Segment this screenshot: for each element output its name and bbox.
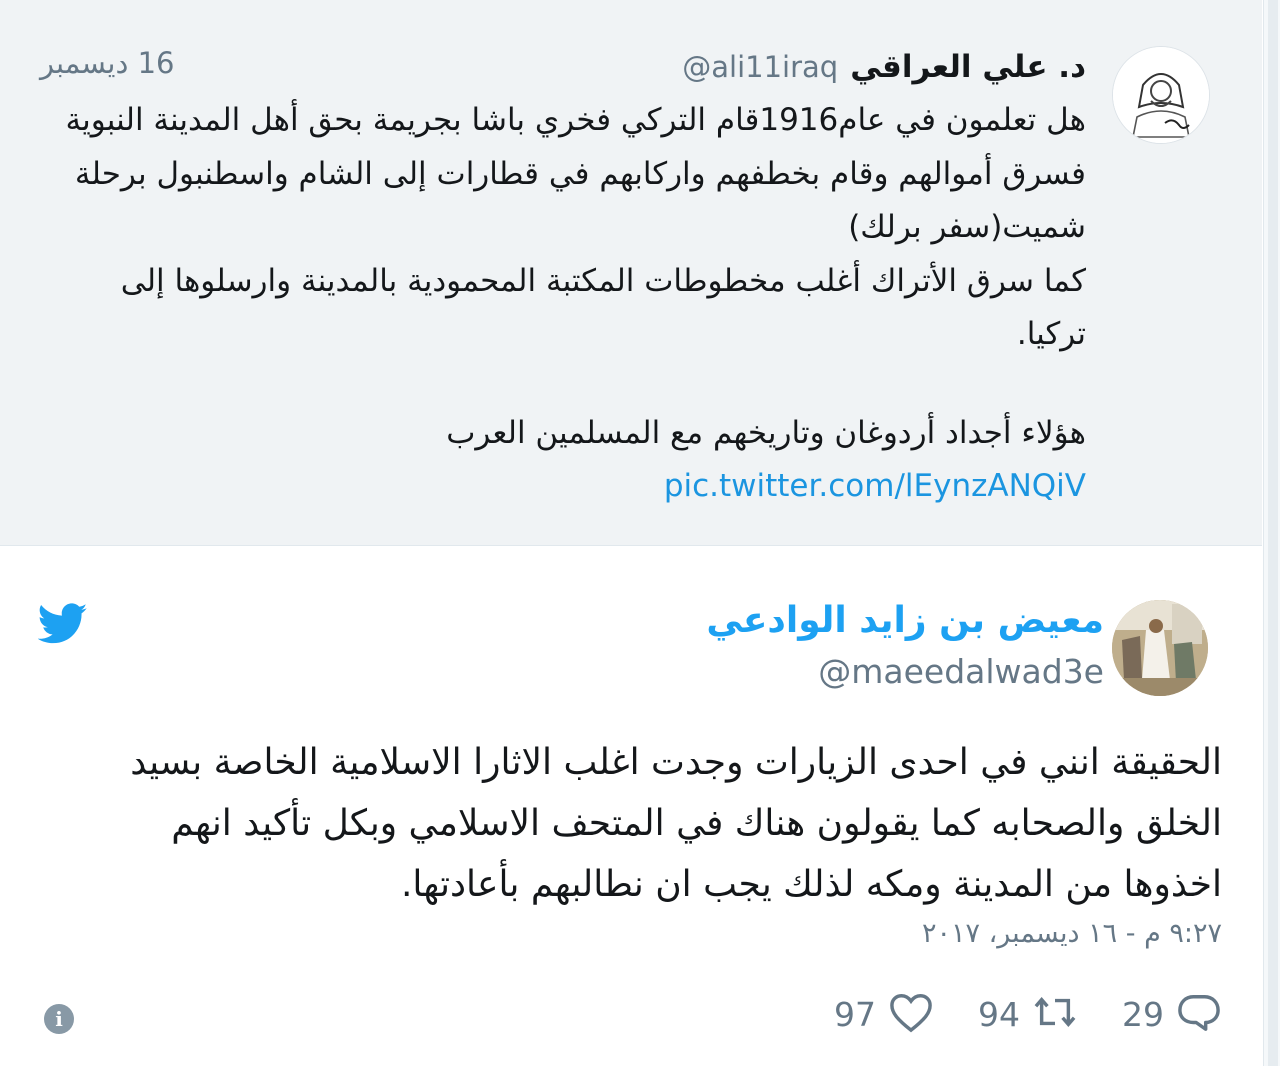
quoted-text-line: هل تعلمون في عام1916قام التركي فخري باشا… bbox=[65, 102, 1086, 138]
author-name[interactable]: معيض بن زايد الوادعي bbox=[706, 600, 1104, 641]
tweet-text-line: الخلق والصحابه كما يقولون هناك في المتحف… bbox=[171, 803, 1222, 844]
quoted-header: د. علي العراقي @ali11iraq bbox=[682, 44, 1086, 90]
quoted-text-line: كما سرق الأتراك أغلب مخطوطات المكتبة الم… bbox=[120, 262, 1086, 299]
tweet-timestamp[interactable]: ٩:٢٧ م - ١٦ ديسمبر، ٢٠١٧ bbox=[922, 918, 1222, 949]
quoted-author-handle[interactable]: @ali11iraq bbox=[682, 50, 838, 84]
quoted-tweet[interactable]: د. علي العراقي @ali11iraq 16 ديسمبر هل ت… bbox=[0, 0, 1262, 546]
quoted-text-line: فسرق أموالهم وقام بخطفهم واركابهم في قطا… bbox=[74, 155, 1086, 192]
retweet-button[interactable]: 94 bbox=[978, 991, 1078, 1037]
tweet-text: الحقيقة انني في احدى الزيارات وجدت اغلب … bbox=[62, 732, 1222, 915]
reply-count: 29 bbox=[1122, 994, 1164, 1034]
author-handle[interactable]: @maeedalwad3e bbox=[818, 652, 1104, 691]
quoted-text-line: هؤلاء أجداد أردوغان وتاريخهم مع المسلمين… bbox=[446, 414, 1086, 451]
quoted-text-line: تركيا. bbox=[1016, 316, 1086, 352]
scrollbar-thumb[interactable] bbox=[1268, 0, 1278, 1066]
info-icon[interactable]: i bbox=[44, 1004, 74, 1034]
reply-icon bbox=[1176, 991, 1222, 1037]
quoted-date[interactable]: 16 ديسمبر bbox=[40, 46, 175, 80]
quoted-avatar[interactable] bbox=[1112, 46, 1210, 144]
author-avatar[interactable] bbox=[1112, 600, 1208, 696]
like-button[interactable]: 97 bbox=[834, 991, 934, 1037]
tweet-text-line: الحقيقة انني في احدى الزيارات وجدت اغلب … bbox=[130, 742, 1222, 783]
quoted-media-link[interactable]: pic.twitter.com/lEynzANQiV bbox=[664, 460, 1086, 514]
tweet-text-line: اخذوها من المدينة ومكه لذلك يجب ان نطالب… bbox=[400, 864, 1222, 905]
quoted-text: هل تعلمون في عام1916قام التركي فخري باشا… bbox=[26, 94, 1086, 514]
quoted-author-name[interactable]: د. علي العراقي bbox=[850, 49, 1086, 85]
scrollbar[interactable] bbox=[1263, 0, 1280, 1066]
quoted-text-line: شميت(سفر برلك) bbox=[848, 209, 1086, 245]
reply-button[interactable]: 29 bbox=[1122, 991, 1222, 1037]
like-count: 97 bbox=[834, 994, 876, 1034]
retweet-count: 94 bbox=[978, 994, 1020, 1034]
retweet-icon bbox=[1032, 991, 1078, 1037]
like-icon bbox=[888, 991, 934, 1037]
tweet-actions: 97 94 29 bbox=[834, 988, 1222, 1040]
twitter-bird-icon[interactable] bbox=[37, 603, 88, 645]
